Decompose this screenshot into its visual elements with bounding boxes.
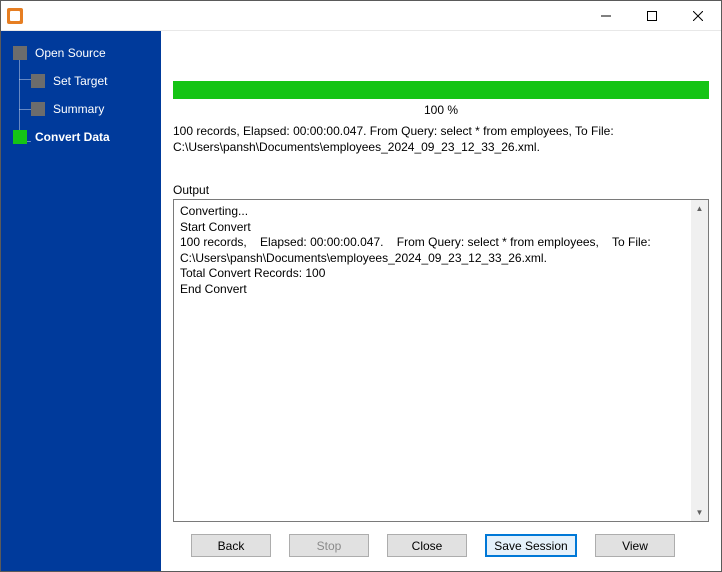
- conversion-summary: 100 records, Elapsed: 00:00:00.047. From…: [173, 123, 709, 163]
- view-button[interactable]: View: [595, 534, 675, 557]
- window-controls: [583, 1, 721, 30]
- stop-button: Stop: [289, 534, 369, 557]
- maximize-button[interactable]: [629, 1, 675, 30]
- step-label: Open Source: [35, 46, 106, 60]
- step-label: Summary: [53, 102, 104, 116]
- scroll-track[interactable]: [691, 217, 708, 504]
- scroll-up-icon[interactable]: ▲: [691, 200, 708, 217]
- step-box-icon: [31, 74, 45, 88]
- button-row: Back Stop Close Save Session View: [173, 522, 709, 561]
- wizard-step-open-source[interactable]: Open Source: [1, 39, 161, 67]
- step-box-icon: [31, 102, 45, 116]
- step-label: Convert Data: [35, 130, 110, 144]
- body: Open Source Set Target Summary Convert D…: [1, 31, 721, 571]
- progress-bar: [173, 81, 709, 99]
- save-session-button[interactable]: Save Session: [485, 534, 577, 557]
- titlebar: [1, 1, 721, 31]
- back-button[interactable]: Back: [191, 534, 271, 557]
- scroll-down-icon[interactable]: ▼: [691, 504, 708, 521]
- close-button[interactable]: Close: [387, 534, 467, 557]
- wizard-sidebar: Open Source Set Target Summary Convert D…: [1, 31, 161, 571]
- output-text[interactable]: Converting... Start Convert 100 records,…: [174, 200, 691, 521]
- progress-percent: 100 %: [173, 99, 709, 123]
- progress-zone: 100 %: [173, 41, 709, 123]
- app-icon: [7, 8, 23, 24]
- close-window-button[interactable]: [675, 1, 721, 30]
- step-box-icon: [13, 46, 27, 60]
- wizard-step-set-target[interactable]: Set Target: [1, 67, 161, 95]
- output-label: Output: [173, 183, 709, 197]
- wizard-step-convert-data[interactable]: Convert Data: [1, 123, 161, 151]
- main-panel: 100 % 100 records, Elapsed: 00:00:00.047…: [161, 31, 721, 571]
- app-window: Open Source Set Target Summary Convert D…: [0, 0, 722, 572]
- step-label: Set Target: [53, 74, 107, 88]
- step-box-icon: [13, 130, 27, 144]
- output-box: Converting... Start Convert 100 records,…: [173, 199, 709, 522]
- close-icon: [693, 11, 703, 21]
- minimize-button[interactable]: [583, 1, 629, 30]
- output-scrollbar[interactable]: ▲ ▼: [691, 200, 708, 521]
- wizard-step-summary[interactable]: Summary: [1, 95, 161, 123]
- maximize-icon: [647, 11, 657, 21]
- minimize-icon: [601, 11, 611, 21]
